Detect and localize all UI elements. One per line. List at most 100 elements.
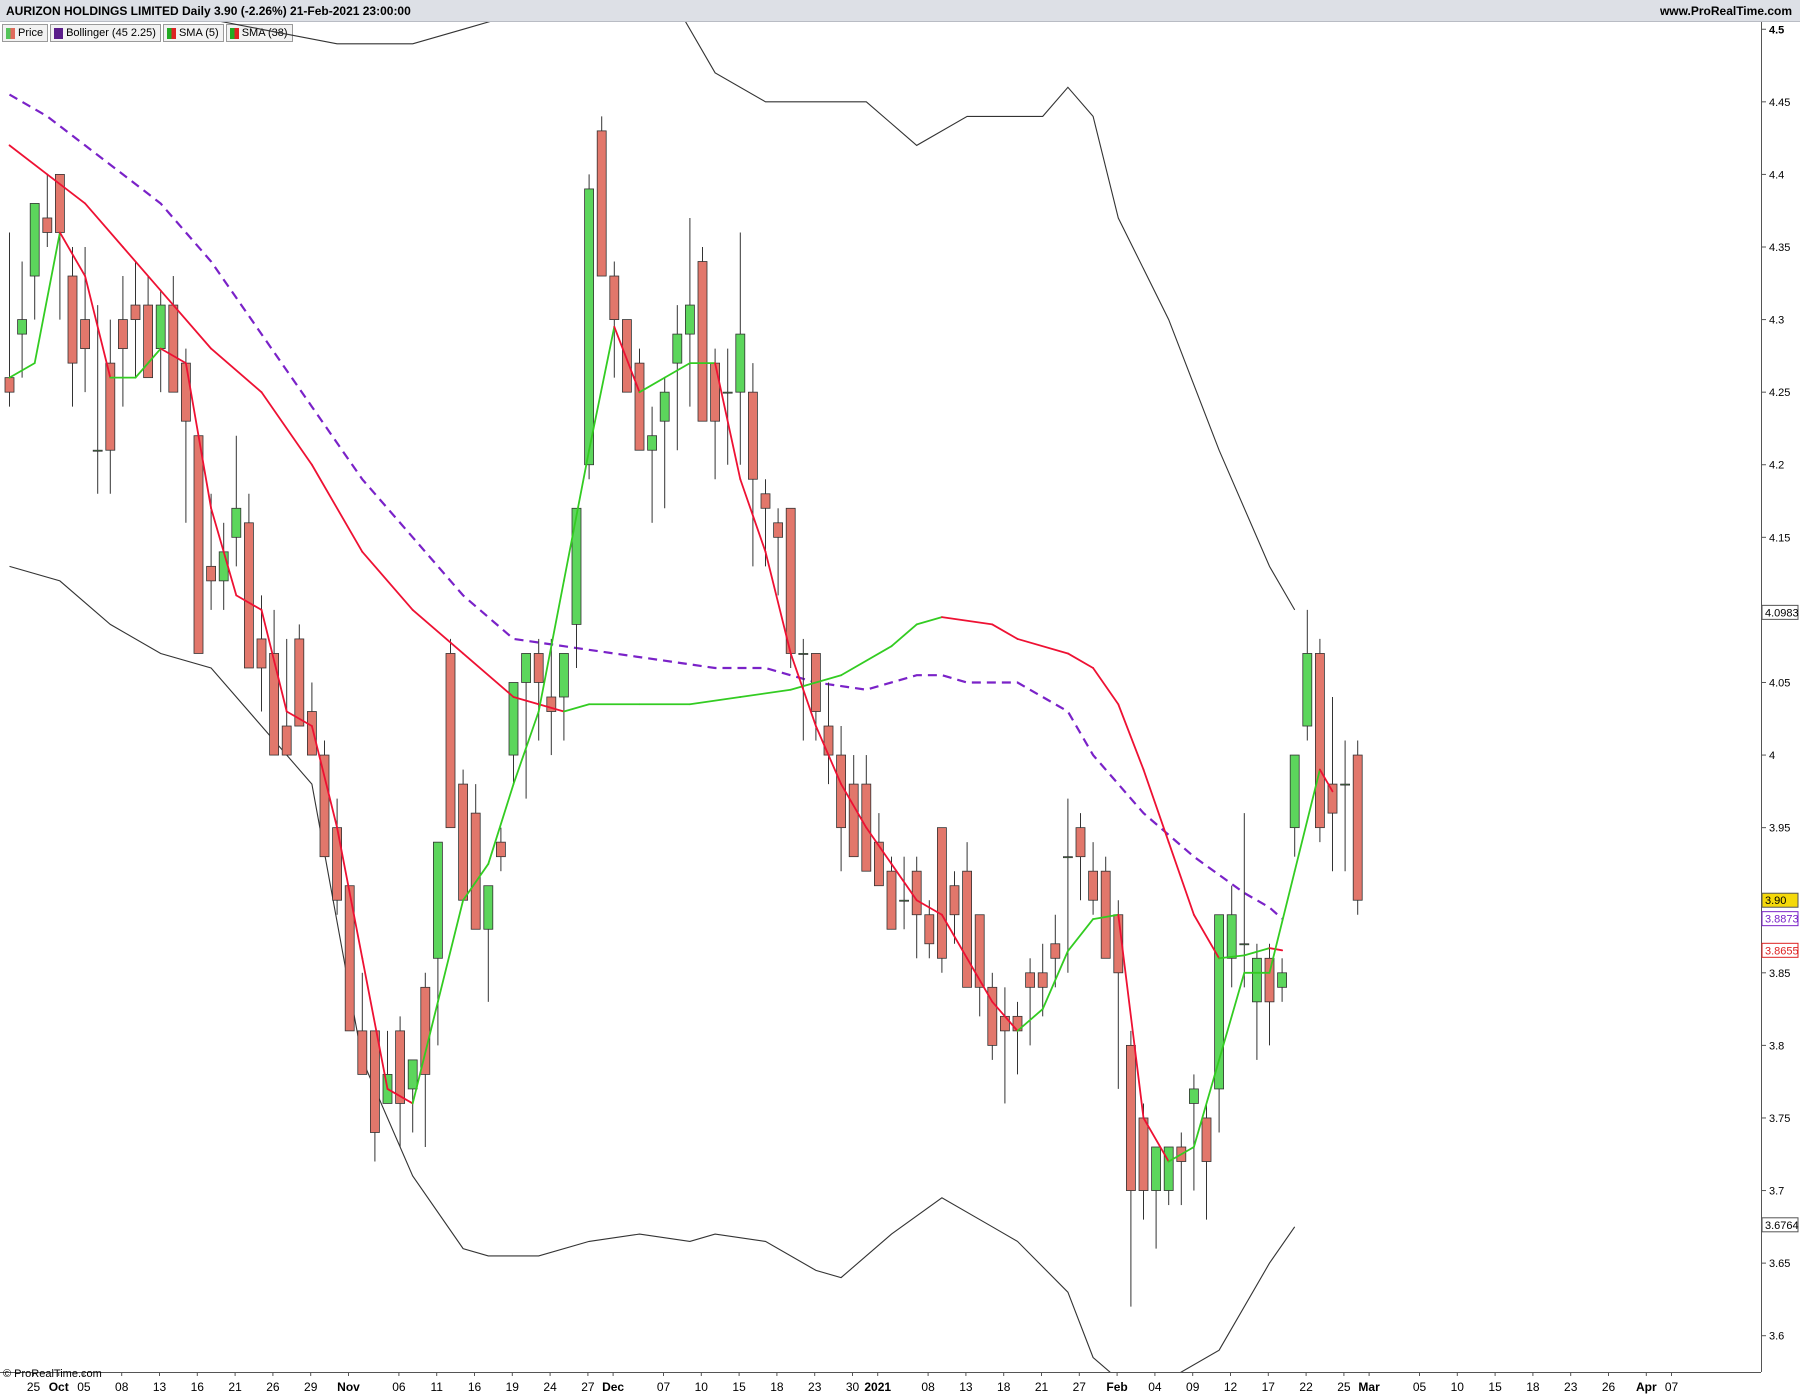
candle xyxy=(1025,958,1035,1046)
candle-body xyxy=(180,362,191,422)
candle xyxy=(445,638,456,829)
y-tick-label: 4.3 xyxy=(1769,315,1784,327)
y-tick-label: 4.15 xyxy=(1769,532,1790,544)
candle-body xyxy=(1163,1146,1174,1191)
candle-body xyxy=(823,725,834,756)
sma38-line-segment xyxy=(84,202,124,248)
candle xyxy=(659,377,670,509)
candle-body xyxy=(647,435,657,451)
price-axis-label: 3.6764 xyxy=(1761,1217,1799,1233)
candle-body xyxy=(17,319,28,335)
candle-body xyxy=(243,522,254,669)
candle xyxy=(521,653,531,799)
candle xyxy=(823,682,834,785)
copyright-notice: © ProRealTime.com xyxy=(3,1368,102,1380)
sma38-line-segment xyxy=(1117,703,1145,771)
candle xyxy=(483,885,494,1002)
candle-body xyxy=(1151,1146,1161,1191)
candle-body xyxy=(218,551,229,582)
candle xyxy=(949,871,960,944)
x-tick-label: 23 xyxy=(1564,1380,1578,1394)
candle-body xyxy=(1000,1015,1010,1032)
candle xyxy=(42,174,53,247)
candle xyxy=(836,726,846,872)
candle-body xyxy=(420,986,431,1075)
x-tick-label: 18 xyxy=(997,1380,1011,1394)
price-chart[interactable]: 4.54.454.44.354.34.254.24.154.14.0543.95… xyxy=(0,0,1800,1400)
x-tick-label: 25 xyxy=(1337,1380,1351,1394)
x-tick-label: Mar xyxy=(1358,1380,1380,1394)
candle xyxy=(634,348,645,451)
candle-body xyxy=(1264,957,1275,1003)
candle-body xyxy=(294,638,305,727)
candle-body xyxy=(1126,1044,1136,1191)
x-tick-label: Apr xyxy=(1636,1380,1657,1394)
candle xyxy=(1226,885,1237,988)
candle xyxy=(1214,914,1224,1133)
candle-body xyxy=(155,304,166,350)
candle-body xyxy=(722,391,733,394)
candle-body xyxy=(168,304,179,393)
candle-body xyxy=(760,493,771,509)
candle xyxy=(1075,813,1086,901)
sma38-line-segment xyxy=(739,688,792,698)
x-tick-label: 06 xyxy=(392,1380,406,1394)
candle xyxy=(1151,1146,1161,1249)
candle-body xyxy=(1327,783,1338,814)
candle-body xyxy=(559,653,569,698)
candle-body xyxy=(357,1030,368,1075)
candle-body xyxy=(269,653,280,756)
candle-body xyxy=(1138,1117,1149,1191)
candle-body xyxy=(848,783,859,858)
candle-body xyxy=(193,435,204,654)
candle xyxy=(987,972,998,1060)
candle-body xyxy=(92,449,103,452)
x-tick-label: 07 xyxy=(1665,1380,1679,1394)
candle-body xyxy=(1302,653,1313,727)
candle xyxy=(407,1059,418,1133)
candle-body xyxy=(609,275,620,320)
sma38-line-segment xyxy=(890,623,918,648)
x-tick-label: 16 xyxy=(468,1380,482,1394)
y-tick-label: 4.4 xyxy=(1769,169,1784,181)
candle-body xyxy=(685,304,695,335)
candle-body xyxy=(4,377,15,393)
candle xyxy=(1050,914,1061,988)
candle-body xyxy=(130,304,141,320)
candle xyxy=(269,609,280,756)
candle xyxy=(92,305,103,494)
x-tick-label: 05 xyxy=(77,1380,91,1394)
x-tick-label: 10 xyxy=(1451,1380,1465,1394)
candle xyxy=(1113,900,1124,1089)
candle xyxy=(1340,740,1350,872)
candle-body xyxy=(584,188,594,466)
x-tick-label: 26 xyxy=(1602,1380,1616,1394)
candle-body xyxy=(836,754,846,829)
candle-body xyxy=(974,914,985,988)
sma38-line-segment xyxy=(563,703,590,713)
sma38-line-segment xyxy=(1142,768,1170,844)
candle-body xyxy=(672,333,683,364)
candle xyxy=(962,842,972,988)
candle xyxy=(294,624,305,727)
candle-body xyxy=(432,841,443,959)
y-tick-label: 4 xyxy=(1769,750,1775,762)
x-tick-label: 26 xyxy=(266,1380,280,1394)
y-tick-label: 3.7 xyxy=(1769,1186,1784,1198)
candle-body xyxy=(1075,827,1086,858)
price-axis-label: 3.8873 xyxy=(1761,911,1799,927)
candle-body xyxy=(306,711,317,756)
candle-body xyxy=(1189,1088,1199,1104)
candle-body xyxy=(697,261,708,422)
x-tick-label: 22 xyxy=(1299,1380,1313,1394)
candle xyxy=(1277,958,1287,1002)
candle-body xyxy=(622,319,632,393)
candle-body xyxy=(319,754,330,858)
sma38-line-segment xyxy=(991,623,1019,640)
candle xyxy=(861,755,872,872)
candle xyxy=(1289,754,1300,857)
x-tick-label: Feb xyxy=(1106,1380,1127,1394)
candle xyxy=(1138,1103,1149,1220)
candle xyxy=(319,740,330,858)
candle xyxy=(546,638,557,756)
